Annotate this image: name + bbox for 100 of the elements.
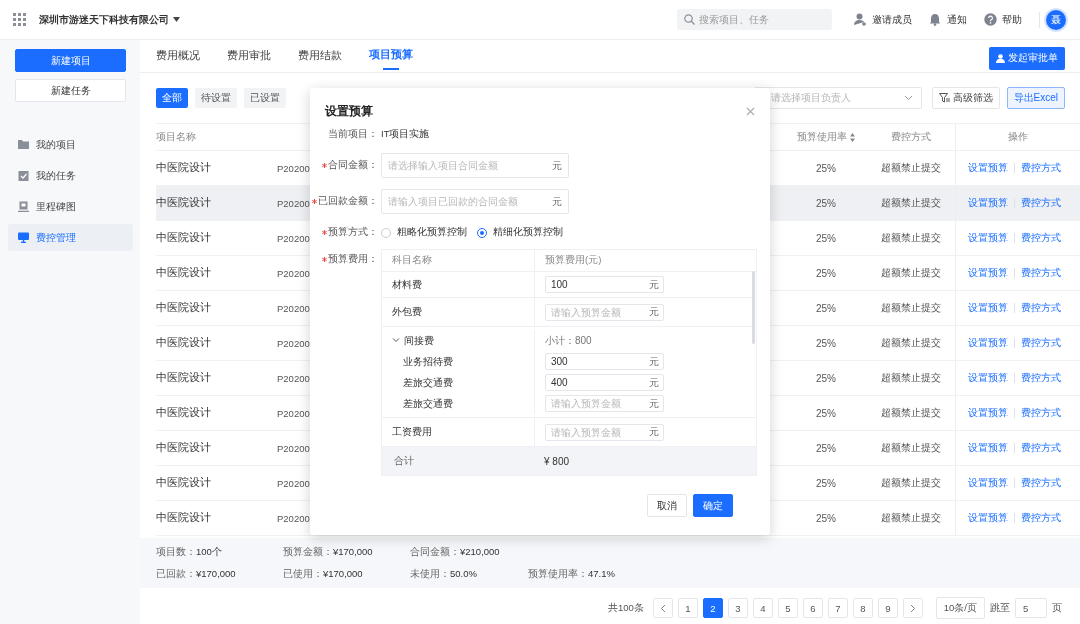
sidebar-item[interactable]: 费控管理 <box>8 224 133 251</box>
apps-grid-icon[interactable] <box>13 13 26 26</box>
search-icon <box>684 14 695 25</box>
category-name: 间接费 <box>404 333 434 348</box>
radio-button[interactable] <box>381 227 391 238</box>
notification-button[interactable]: 通知 <box>929 12 967 27</box>
tab[interactable]: 费用审批 <box>227 40 271 72</box>
help-icon <box>984 13 997 26</box>
action-link[interactable]: 费控方式 <box>1021 161 1061 175</box>
action-link[interactable]: 费控方式 <box>1021 441 1061 455</box>
action-link[interactable]: 费控方式 <box>1021 231 1061 245</box>
page-button[interactable]: 6 <box>802 598 823 618</box>
action-link[interactable]: 费控方式 <box>1021 266 1061 280</box>
sort-icon[interactable] <box>850 132 855 142</box>
action-link[interactable]: 费控方式 <box>1021 196 1061 210</box>
company-name[interactable]: 深圳市游迷天下科技有限公司 <box>39 12 169 27</box>
action-link[interactable]: 费控方式 <box>1021 511 1061 525</box>
tab[interactable]: 费用结款 <box>298 40 342 72</box>
new-project-button[interactable]: 新建项目 <box>15 49 126 72</box>
sidebar-item[interactable]: 我的项目 <box>8 131 133 158</box>
summary-stat: 未使用：50.0% <box>410 568 478 581</box>
close-icon[interactable] <box>746 106 755 116</box>
unit-label: 元 <box>552 160 562 171</box>
page-button[interactable]: 3 <box>727 598 748 618</box>
table-cell: 25% <box>816 442 836 454</box>
total-value: ¥ 800 <box>543 454 571 469</box>
tab[interactable]: 项目预算 <box>369 40 413 72</box>
radio-label[interactable]: 精细化预算控制 <box>493 226 563 239</box>
table-cell: 中医院设计 <box>156 266 211 280</box>
table-cell: P20200 <box>277 267 310 279</box>
table-cell: 超额禁止提交 <box>881 231 941 245</box>
action-link[interactable]: 费控方式 <box>1021 301 1061 315</box>
table-cell: 25% <box>816 512 836 524</box>
field-label: 预算方式： <box>328 226 378 239</box>
filter-tab[interactable]: 已设置 <box>244 88 286 108</box>
summary-stat: 已回款：¥170,000 <box>156 568 237 581</box>
category-name: 差旅交通费 <box>403 375 453 390</box>
action-link[interactable]: 设置预算 <box>968 231 1008 245</box>
page-button[interactable]: 7 <box>827 598 848 618</box>
page-button[interactable]: 9 <box>877 598 898 618</box>
advanced-filter-button[interactable]: 高级筛选 <box>931 87 1000 109</box>
action-link[interactable]: 设置预算 <box>968 161 1008 175</box>
page-button[interactable]: 8 <box>852 598 873 618</box>
unit-label: 元 <box>649 279 659 290</box>
sidebar-item[interactable]: 里程碑图 <box>8 193 133 220</box>
invite-member-button[interactable]: 邀请成员 <box>854 12 912 27</box>
chevron-down-icon[interactable] <box>392 338 400 343</box>
user-avatar[interactable]: 聂 <box>1046 9 1066 30</box>
table-cell: 超额禁止提交 <box>881 266 941 280</box>
page-button[interactable]: 4 <box>752 598 773 618</box>
page-button[interactable]: 1 <box>677 598 698 618</box>
action-link[interactable]: 费控方式 <box>1021 476 1061 490</box>
tab[interactable]: 费用概况 <box>156 40 200 72</box>
radio-button[interactable] <box>477 227 487 238</box>
caret-down-icon[interactable] <box>173 17 180 22</box>
page-size-select[interactable]: 10条/页 <box>935 597 985 619</box>
column-header[interactable]: 预算使用率 <box>797 130 855 144</box>
action-link[interactable]: 费控方式 <box>1021 371 1061 385</box>
table-cell: 中医院设计 <box>156 231 211 245</box>
field-label: 已回款金额： <box>318 195 378 208</box>
search-field[interactable]: 搜索项目、任务 <box>677 9 832 30</box>
sidebar-item[interactable]: 我的任务 <box>8 162 133 189</box>
table-cell: 中医院设计 <box>156 371 211 385</box>
filter-tab[interactable]: 全部 <box>156 88 188 108</box>
page-jump-field[interactable]: 5 <box>1015 598 1047 618</box>
table-cell: 25% <box>816 267 836 279</box>
action-link[interactable]: 设置预算 <box>968 406 1008 420</box>
table-cell: 中医院设计 <box>156 301 211 315</box>
jump-label: 跳至 <box>990 601 1010 615</box>
start-approval-button[interactable]: 发起审批单 <box>989 46 1065 70</box>
table-cell: P20200 <box>277 512 310 524</box>
page-button[interactable]: 2 <box>702 598 723 618</box>
action-link[interactable]: 设置预算 <box>968 336 1008 350</box>
next-page-button[interactable] <box>902 598 923 618</box>
action-link[interactable]: 设置预算 <box>968 301 1008 315</box>
radio-label[interactable]: 粗略化预算控制 <box>397 226 467 239</box>
category-name: 材料费 <box>392 277 422 292</box>
filter-tab[interactable]: 待设置 <box>195 88 237 108</box>
page-button[interactable]: 5 <box>777 598 798 618</box>
monitor-icon <box>18 232 29 243</box>
action-link[interactable]: 设置预算 <box>968 371 1008 385</box>
unit-label: 元 <box>552 196 562 207</box>
action-link[interactable]: 设置预算 <box>968 511 1008 525</box>
action-link[interactable]: 设置预算 <box>968 196 1008 210</box>
new-task-button[interactable]: 新建任务 <box>15 79 126 102</box>
export-excel-button[interactable]: 导出Excel <box>1006 87 1065 109</box>
column-header: 操作 <box>1008 130 1028 144</box>
previous-page-button[interactable] <box>652 598 673 618</box>
help-button[interactable]: 帮助 <box>984 12 1022 27</box>
table-cell: 25% <box>816 337 836 349</box>
column-header: 预算费用(元) <box>534 250 756 271</box>
confirm-button[interactable]: 确定 <box>693 494 733 517</box>
category-name: 差旅交通费 <box>403 396 453 411</box>
action-link[interactable]: 设置预算 <box>968 266 1008 280</box>
action-link[interactable]: 费控方式 <box>1021 406 1061 420</box>
cancel-button[interactable]: 取消 <box>647 494 687 517</box>
action-link[interactable]: 设置预算 <box>968 476 1008 490</box>
action-link[interactable]: 费控方式 <box>1021 336 1061 350</box>
category-name: 外包费 <box>392 305 422 319</box>
action-link[interactable]: 设置预算 <box>968 441 1008 455</box>
